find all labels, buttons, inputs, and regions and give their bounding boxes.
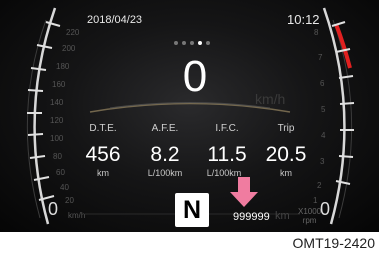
right-gauge-label: 5 [321,105,326,114]
time-display: 10:12 [287,12,320,27]
date-display: 2018/04/23 [87,14,143,26]
speed-unit: km/h [255,91,286,107]
left-gauge-label: 20 [65,196,74,205]
right-gauge-label: 1 [313,196,318,205]
rpm-unit-multiplier: X1000 [298,207,322,216]
ifc-label: I.F.C. [215,123,239,134]
rpm-unit-label: rpm [302,216,317,225]
left-gauge-label: 60 [56,168,65,177]
trip-label: Trip [277,123,295,134]
ifc-unit: L/100km [206,168,242,178]
left-gauge-label: 120 [50,116,64,125]
page-indicator [174,41,210,45]
left-gauge-zero: 0 [48,199,59,219]
page-dot [182,41,186,45]
instrument-cluster-display: 220 200 180 160 140 120 100 80 60 40 20 … [0,0,379,232]
left-gauge-label: 220 [66,28,80,37]
dte-label: D.T.E. [89,123,117,134]
left-gauge-label: 140 [50,98,64,107]
right-gauge-label: 2 [317,181,322,190]
page-dot [198,41,202,45]
dte-unit: km [97,168,109,178]
right-gauge-label: 6 [320,79,325,88]
right-gauge-label: 8 [314,28,319,37]
left-gauge-label: 180 [56,62,70,71]
odometer-unit: km [275,210,290,222]
afe-value: 8.2 [150,143,180,166]
odometer-arrow-icon [230,177,258,207]
page-dot [206,41,210,45]
odometer-value: 999999 [233,211,270,223]
right-gauge-label: 7 [318,53,323,62]
rpm-unit: X1000 rpm [298,207,321,225]
right-gauge-label: 4 [321,131,326,140]
speed-value: 0 [182,52,208,101]
left-gauge-label: 200 [62,44,76,53]
left-gauge-unit: km/h [68,211,86,220]
trip-value: 20.5 [265,143,307,166]
page-dot [174,41,178,45]
afe-label: A.F.E. [151,123,179,134]
page-dot [190,41,194,45]
left-gauge-label: 80 [53,152,62,161]
gear-indicator: N [175,193,209,227]
left-gauge-label: 100 [50,134,64,143]
right-gauge-zero: 0 [320,199,331,219]
left-gauge-label: 160 [52,80,66,89]
left-gauge-label: 40 [60,183,69,192]
dte-value: 456 [85,143,121,166]
trip-unit: km [280,168,292,178]
figure-caption: OMT19-2420 [292,235,375,251]
